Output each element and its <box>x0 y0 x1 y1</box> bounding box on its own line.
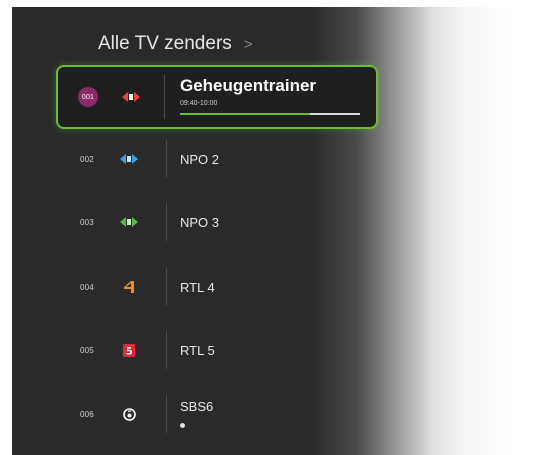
divider <box>166 331 167 369</box>
page-title: Alle TV zenders <box>98 33 232 54</box>
channel-row-001[interactable]: 001 Geheugentrainer 09:40-10:00 <box>56 65 378 129</box>
channel-name: NPO 3 <box>180 214 220 230</box>
channel-row-003[interactable]: 003 NPO 3 <box>56 191 376 253</box>
sbs6-logo-icon <box>120 407 138 421</box>
channel-name: NPO 2 <box>180 151 220 167</box>
channel-list-header[interactable]: Alle TV zenders > <box>98 33 253 55</box>
npo3-logo-icon <box>120 215 138 229</box>
divider <box>166 268 167 306</box>
channel-number: 002 <box>80 154 94 164</box>
channel-name: SBS6 <box>180 399 214 414</box>
channel-row-006[interactable]: 006 SBS6 <box>56 383 376 445</box>
channel-name: RTL 4 <box>180 279 215 295</box>
channel-name: RTL 5 <box>180 342 215 358</box>
channel-number: 001 <box>78 67 98 127</box>
channel-row-002[interactable]: 002 NPO 2 <box>56 128 376 190</box>
rtl5-logo-icon <box>120 343 138 357</box>
rtl4-logo-icon <box>120 280 138 294</box>
tv-guide-screen: Alle TV zenders > 001 Geheugentrainer 09… <box>12 7 560 455</box>
channel-row-004[interactable]: 004 RTL 4 <box>56 256 376 318</box>
divider <box>166 395 167 433</box>
divider <box>166 203 167 241</box>
channel-row-005[interactable]: 005 RTL 5 <box>56 319 376 381</box>
npo1-logo-icon <box>122 90 140 104</box>
program-time: 09:40-10:00 <box>180 100 218 107</box>
npo2-logo-icon <box>120 152 138 166</box>
program-progress-bar <box>180 113 360 115</box>
channel-number-badge: 001 <box>78 87 98 107</box>
chevron-right-icon: > <box>243 35 253 53</box>
channel-number: 006 <box>80 409 94 419</box>
channel-number: 003 <box>80 217 94 227</box>
program-title: Geheugentrainer <box>180 76 317 95</box>
channel-number: 004 <box>80 282 94 292</box>
recording-dot-icon <box>180 423 185 428</box>
program-progress-fill <box>180 113 310 115</box>
divider <box>164 75 165 119</box>
channel-number: 005 <box>80 345 94 355</box>
divider <box>166 140 167 178</box>
